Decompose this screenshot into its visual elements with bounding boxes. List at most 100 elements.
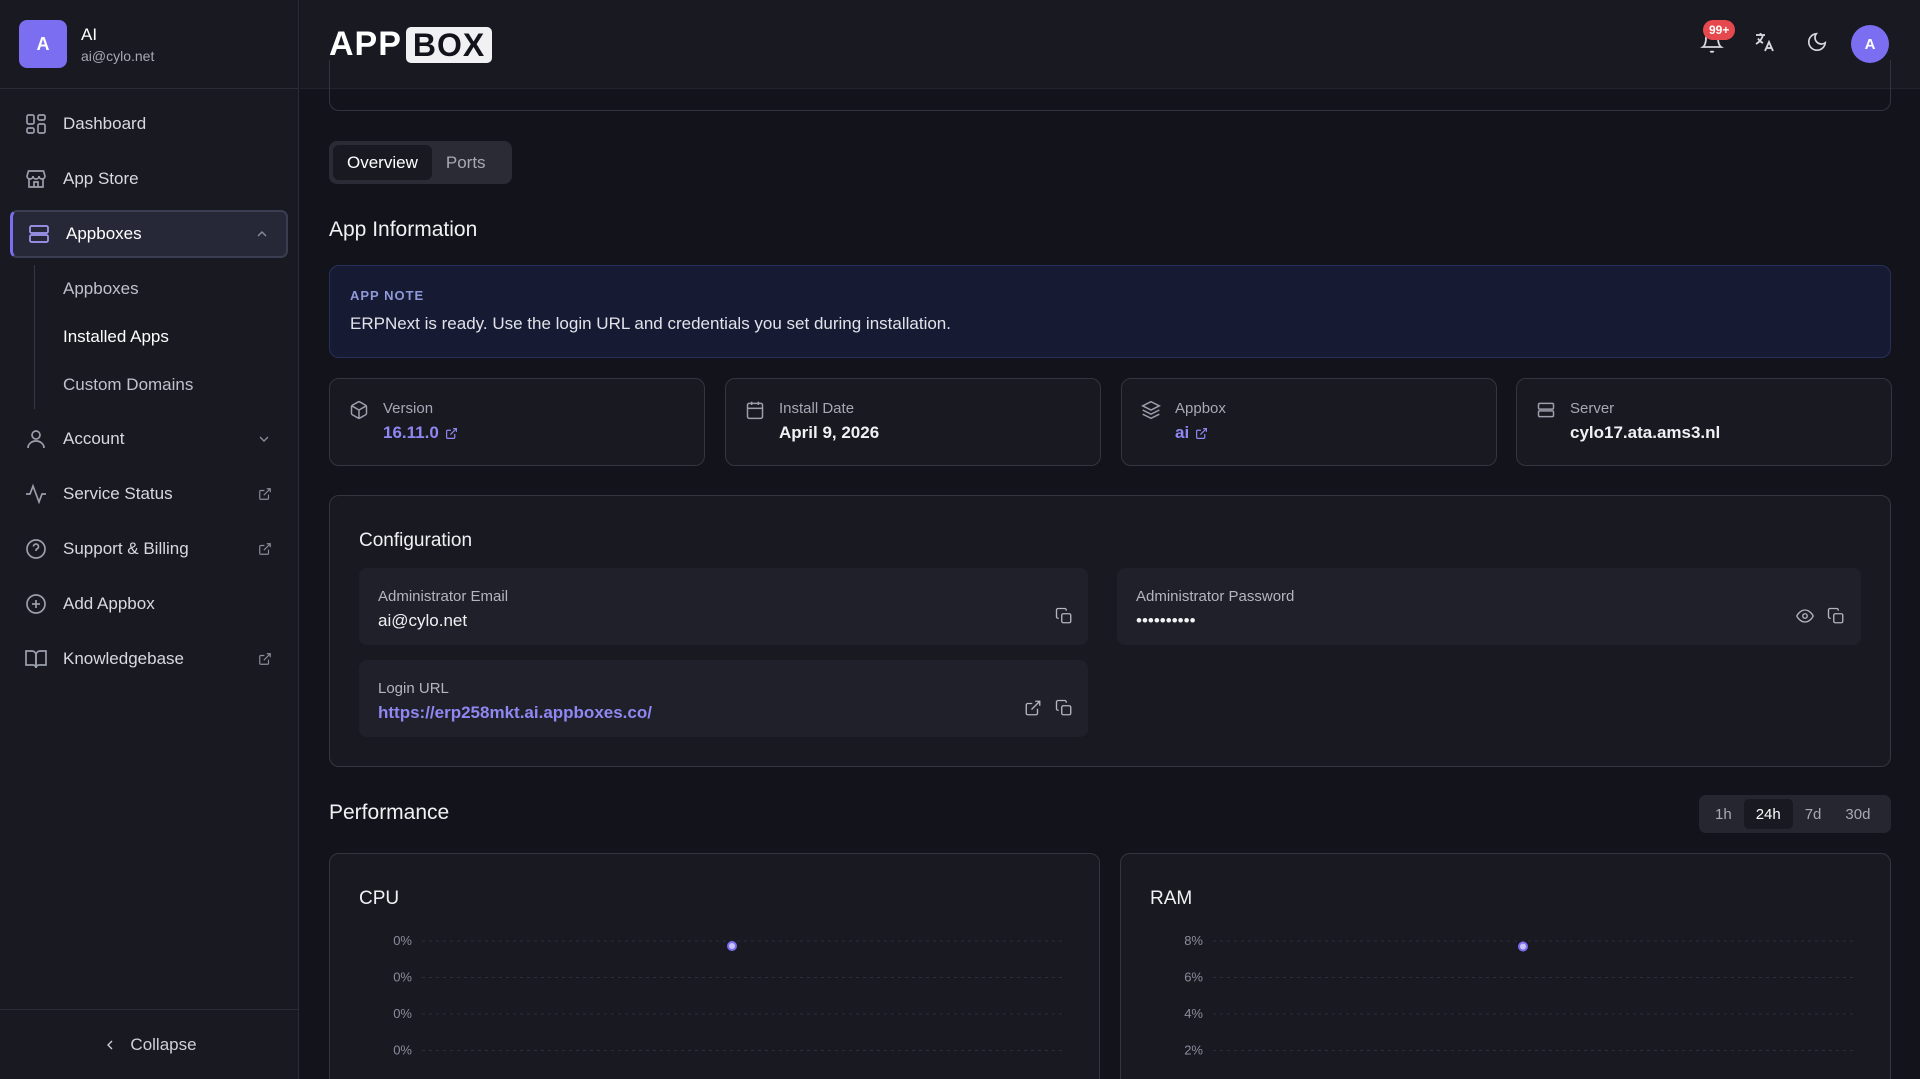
sidebar: A AI ai@cylo.net Dashboard App Store App… bbox=[0, 0, 299, 1079]
range-7d[interactable]: 7d bbox=[1793, 799, 1834, 829]
app-note-kicker: APP NOTE bbox=[350, 288, 425, 303]
chevron-left-icon bbox=[102, 1037, 130, 1053]
notification-badge: 99+ bbox=[1703, 20, 1736, 40]
chevron-up-icon[interactable] bbox=[254, 226, 270, 242]
chevron-down-icon[interactable] bbox=[256, 431, 272, 447]
external-link-icon[interactable] bbox=[1024, 699, 1046, 721]
external-link-icon bbox=[258, 487, 272, 501]
cpu-chart-card: CPU 0% 0% 0% 0% bbox=[329, 853, 1100, 1079]
subnav-item-custom-domains[interactable]: Custom Domains bbox=[35, 361, 298, 409]
admin-email-label: Administrator Email bbox=[378, 588, 509, 605]
book-icon bbox=[24, 647, 48, 671]
external-link-icon bbox=[258, 542, 272, 556]
admin-password-value[interactable]: •••••••••• bbox=[1136, 611, 1196, 631]
package-icon bbox=[349, 400, 369, 420]
help-circle-icon bbox=[24, 537, 48, 561]
configuration-card: Configuration Administrator Email ai@cyl… bbox=[329, 495, 1891, 767]
sidebar-nav: Dashboard App Store Appboxes Appboxes In… bbox=[0, 89, 298, 683]
tab-overview[interactable]: Overview bbox=[333, 145, 432, 180]
user-profile[interactable]: A AI ai@cylo.net bbox=[0, 0, 298, 89]
appbox-card: Appbox ai bbox=[1121, 378, 1497, 466]
sidebar-item-add-appbox[interactable]: Add Appbox bbox=[10, 580, 288, 628]
login-url-label: Login URL bbox=[378, 680, 449, 697]
y-tick-label: 0% bbox=[393, 1006, 412, 1021]
sidebar-item-label: Knowledgebase bbox=[63, 649, 184, 668]
login-url-field: Login URL https://erp258mkt.ai.appboxes.… bbox=[359, 660, 1088, 737]
subnav-item-appboxes[interactable]: Appboxes bbox=[35, 265, 298, 313]
logo-box-text: BOX bbox=[405, 26, 493, 63]
user-icon bbox=[24, 427, 48, 451]
copy-icon[interactable] bbox=[1055, 699, 1077, 721]
sidebar-item-support-billing[interactable]: Support & Billing bbox=[10, 525, 288, 573]
login-url-link[interactable]: https://erp258mkt.ai.appboxes.co/ bbox=[378, 703, 652, 723]
server-icon bbox=[27, 222, 51, 246]
install-date-card: Install Date April 9, 2026 bbox=[725, 378, 1101, 466]
ram-chart: 8% 6% 4% 2% bbox=[1184, 933, 1853, 1058]
copy-icon[interactable] bbox=[1055, 607, 1077, 629]
version-card: Version 16.11.0 bbox=[329, 378, 705, 466]
y-tick-label: 4% bbox=[1184, 1006, 1203, 1021]
logo-app-text: APP bbox=[329, 25, 402, 63]
user-name: AI bbox=[81, 24, 98, 44]
data-point[interactable] bbox=[1518, 941, 1528, 952]
sidebar-item-label: Dashboard bbox=[63, 114, 147, 133]
sidebar-item-label: App Store bbox=[63, 169, 139, 188]
y-tick-label: 0% bbox=[393, 933, 412, 948]
external-link-icon bbox=[445, 427, 458, 440]
cpu-chart: 0% 0% 0% 0% bbox=[393, 933, 1062, 1058]
y-tick-label: 8% bbox=[1184, 933, 1203, 948]
eye-icon[interactable] bbox=[1796, 607, 1818, 629]
collapse-label: Collapse bbox=[130, 1034, 197, 1054]
translate-icon[interactable] bbox=[1749, 27, 1779, 57]
sidebar-item-dashboard[interactable]: Dashboard bbox=[10, 100, 288, 148]
y-tick-label: 0% bbox=[393, 970, 412, 985]
y-tick-label: 6% bbox=[1184, 970, 1203, 985]
sidebar-item-app-store[interactable]: App Store bbox=[10, 155, 288, 203]
version-value: 16.11.0 bbox=[383, 423, 439, 442]
header-avatar[interactable]: A bbox=[1851, 25, 1889, 63]
server-icon bbox=[1536, 400, 1556, 420]
configuration-title: Configuration bbox=[359, 530, 473, 551]
appboxes-subnav: Appboxes Installed Apps Custom Domains bbox=[34, 265, 298, 409]
range-1h[interactable]: 1h bbox=[1703, 799, 1744, 829]
version-link[interactable]: 16.11.0 bbox=[383, 423, 458, 443]
app-logo[interactable]: APP BOX bbox=[329, 25, 493, 64]
range-24h[interactable]: 24h bbox=[1743, 799, 1793, 829]
user-avatar[interactable]: A bbox=[19, 20, 67, 68]
activity-icon bbox=[24, 482, 48, 506]
server-value: cylo17.ata.ams3.nl bbox=[1570, 423, 1721, 442]
moon-icon[interactable] bbox=[1802, 27, 1832, 57]
copy-icon[interactable] bbox=[1827, 607, 1849, 629]
admin-email-field: Administrator Email ai@cylo.net bbox=[359, 568, 1088, 645]
user-meta: AI ai@cylo.net bbox=[81, 25, 154, 64]
app-note: APP NOTE ERPNext is ready. Use the login… bbox=[329, 265, 1891, 358]
appbox-value: ai bbox=[1175, 423, 1190, 442]
user-email: ai@cylo.net bbox=[81, 47, 155, 64]
install-date-label: Install Date bbox=[779, 400, 855, 417]
store-icon bbox=[24, 167, 48, 191]
layers-icon bbox=[1141, 400, 1161, 420]
data-point[interactable] bbox=[727, 941, 737, 951]
external-link-icon bbox=[258, 652, 272, 666]
sidebar-item-service-status[interactable]: Service Status bbox=[10, 470, 288, 518]
subnav-item-installed-apps[interactable]: Installed Apps bbox=[35, 313, 298, 361]
tab-ports[interactable]: Ports bbox=[432, 145, 500, 180]
server-label: Server bbox=[1570, 400, 1615, 417]
sidebar-item-appboxes[interactable]: Appboxes bbox=[10, 210, 288, 258]
appbox-link[interactable]: ai bbox=[1175, 423, 1208, 443]
sidebar-item-knowledgebase[interactable]: Knowledgebase bbox=[10, 635, 288, 683]
collapse-button[interactable]: Collapse bbox=[0, 1009, 299, 1079]
range-30d[interactable]: 30d bbox=[1833, 799, 1882, 829]
y-tick-label: 2% bbox=[1184, 1043, 1203, 1058]
sidebar-item-label: Support & Billing bbox=[63, 539, 189, 558]
admin-password-field: Administrator Password •••••••••• bbox=[1117, 568, 1861, 645]
version-label: Version bbox=[383, 400, 434, 417]
sidebar-item-label: Service Status bbox=[63, 484, 173, 503]
sidebar-item-account[interactable]: Account bbox=[10, 415, 288, 463]
previous-card-edge bbox=[329, 60, 1891, 111]
app-information-title: App Information bbox=[329, 218, 478, 241]
admin-email-value[interactable]: ai@cylo.net bbox=[378, 611, 467, 631]
install-date-value: April 9, 2026 bbox=[779, 423, 880, 442]
dashboard-icon bbox=[24, 112, 48, 136]
sidebar-item-label: Appboxes bbox=[66, 224, 142, 243]
